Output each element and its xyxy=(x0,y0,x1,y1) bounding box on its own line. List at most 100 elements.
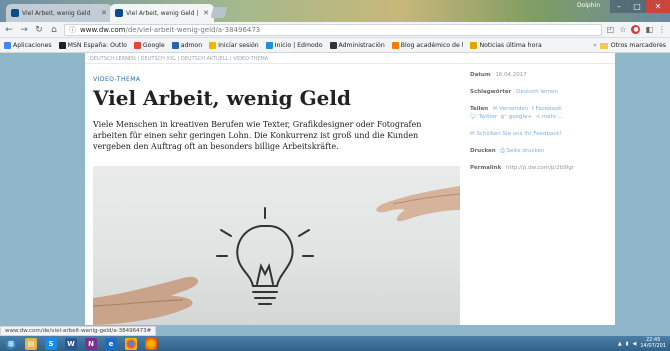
print-row: Drucken ⎙ Seite drucken xyxy=(470,147,610,155)
folder-icon xyxy=(599,42,608,49)
address-bar[interactable]: ⓘ www.dw.com/de/viel-arbeit-wenig-geld/a… xyxy=(64,23,602,36)
extension-icon[interactable]: ◧ xyxy=(645,25,653,34)
mail-icon xyxy=(329,41,337,49)
article-image[interactable] xyxy=(93,166,460,325)
skype-icon[interactable]: S xyxy=(45,337,57,350)
onenote-icon[interactable]: N xyxy=(85,337,97,350)
facebook-icon: f xyxy=(531,106,534,112)
maximize-button[interactable]: □ xyxy=(628,0,646,13)
tab-2[interactable]: Viel Arbeit, wenig Geld | ✕ xyxy=(110,4,214,22)
twitter-icon: 🐦︎ xyxy=(470,114,477,120)
menu-icon[interactable]: ⋮ xyxy=(658,25,666,34)
share-more-link[interactable]: < mehr ... xyxy=(536,114,564,120)
article-kicker: VIDEO-THEMA xyxy=(93,76,141,83)
news-icon xyxy=(470,41,478,49)
bookmark-msn[interactable]: MSN España: Outlo xyxy=(58,41,127,49)
word-icon[interactable]: W xyxy=(65,337,77,350)
bookmark-apps[interactable]: Aplicaciones xyxy=(4,41,52,49)
share-icon: < xyxy=(535,114,541,120)
tags-label: Schlagwörter xyxy=(470,89,512,95)
bookmark-label: Inicio | Edmodo xyxy=(274,41,323,49)
start-button[interactable]: ⊞ xyxy=(5,337,17,350)
msn-icon xyxy=(58,41,66,49)
file-explorer-icon[interactable]: ▤ xyxy=(25,337,37,350)
internet-explorer-icon[interactable]: e xyxy=(105,337,117,350)
forward-arrow-icon[interactable]: → xyxy=(19,25,29,35)
volume-icon[interactable]: ◀ xyxy=(633,341,637,347)
chrome-icon[interactable] xyxy=(125,337,137,350)
firefox-icon[interactable] xyxy=(145,337,157,350)
tray-arrow-icon[interactable]: ▲ xyxy=(618,341,622,347)
tags-row: Schlagwörter Deutsch lernen xyxy=(470,88,610,96)
bookmark-google[interactable]: Google xyxy=(133,41,165,49)
permalink-row: Permalink http://p.dw.com/p/2b9lgr xyxy=(470,164,610,172)
google-icon xyxy=(133,41,141,49)
bookmark-administracion[interactable]: Administración xyxy=(329,41,385,49)
print-link-label: Seite drucken xyxy=(506,148,545,154)
microsoft-icon xyxy=(209,41,217,49)
bookmark-label: Otros marcadores xyxy=(610,42,666,49)
translate-icon[interactable]: ◰ xyxy=(607,25,615,34)
windows-taskbar: ⊞ ▤ S W N e ▲ ▮ ◀ 22:45 14/07/201 xyxy=(0,336,670,351)
permalink-value[interactable]: http://p.dw.com/p/2b9lgr xyxy=(506,165,574,171)
home-icon[interactable]: ⌂ xyxy=(49,25,59,35)
print-label: Drucken xyxy=(470,148,496,154)
tab-title: Viel Arbeit, wenig Geld | xyxy=(126,9,199,17)
bookmark-other[interactable]: » Otros marcadores xyxy=(588,38,666,52)
share-facebook-link[interactable]: f Facebook xyxy=(532,106,562,112)
permalink-label: Permalink xyxy=(470,165,502,171)
printer-icon: ⎙ xyxy=(500,148,505,154)
feedback-link[interactable]: ✉ Schicken Sie uns Ihr Feedback! xyxy=(470,131,562,137)
share-google-label: google+ xyxy=(508,114,533,120)
new-tab-button[interactable] xyxy=(210,7,228,18)
bookmarks-bar: Aplicaciones MSN España: Outlo Google ad… xyxy=(0,38,670,53)
info-icon[interactable]: ⓘ xyxy=(69,25,76,35)
reload-icon[interactable]: ↻ xyxy=(34,25,44,35)
breadcrumb[interactable]: DEUTSCH LERNEN | DEUTSCH XXL | DEUTSCH A… xyxy=(85,53,615,64)
bookmark-label: Google xyxy=(142,41,165,49)
navigation-bar: ← → ↻ ⌂ ⓘ www.dw.com/de/viel-arbeit-weni… xyxy=(0,22,670,38)
web-page: DEUTSCH LERNEN | DEUTSCH XXL | DEUTSCH A… xyxy=(0,53,670,325)
bookmark-label: admon xyxy=(180,41,203,49)
share-email-label: Versenden xyxy=(499,106,529,112)
minimize-button[interactable]: – xyxy=(610,0,628,13)
article-sheet: DEUTSCH LERNEN | DEUTSCH XXL | DEUTSCH A… xyxy=(85,53,615,325)
close-tab-icon[interactable]: ✕ xyxy=(101,9,107,17)
article-sidebar: Datum 16.04.2017 Schlagwörter Deutsch le… xyxy=(470,71,610,181)
share-email-link[interactable]: ✉ Versenden xyxy=(493,106,528,112)
status-bar-url: www.dw.com/de/viel-arbeit-wenig-geld/a-3… xyxy=(0,326,157,336)
share-twitter-link[interactable]: 🐦︎ Twitter xyxy=(470,114,497,120)
article-teaser: Viele Menschen in kreativen Berufen wie … xyxy=(93,120,422,151)
bookmark-admon[interactable]: admon xyxy=(171,41,203,49)
url-path: /de/viel-arbeit-wenig-geld/a-38496473 xyxy=(125,25,261,34)
adblock-icon[interactable]: ● xyxy=(631,25,641,34)
star-bookmark-icon[interactable]: ☆ xyxy=(619,25,626,34)
feedback-label: Schicken Sie uns Ihr Feedback! xyxy=(476,131,562,137)
tab-1[interactable]: Viel Arbeit, wenig Geld ✕ xyxy=(6,4,112,22)
bookmark-label: Aplicaciones xyxy=(13,41,52,49)
blogger-icon xyxy=(391,41,399,49)
share-facebook-label: Facebook xyxy=(535,106,562,112)
date-label: Datum xyxy=(470,72,491,78)
close-tab-icon[interactable]: ✕ xyxy=(203,9,209,17)
window-close-button[interactable]: ✕ xyxy=(646,0,670,13)
system-tray: ▲ ▮ ◀ 22:45 14/07/201 xyxy=(618,336,666,351)
network-icon[interactable]: ▮ xyxy=(626,341,629,347)
bookmark-blog[interactable]: Blog académico de l xyxy=(391,41,463,49)
apps-icon xyxy=(4,41,11,49)
bookmark-iniciar-sesion[interactable]: Iniciar sesión xyxy=(209,41,259,49)
bookmark-label: Administración xyxy=(338,41,385,49)
bookmark-edmodo[interactable]: Inicio | Edmodo xyxy=(265,41,323,49)
url-host: www.dw.com xyxy=(80,25,126,34)
feedback-row: ✉ Schicken Sie uns Ihr Feedback! xyxy=(470,130,610,138)
clock[interactable]: 22:45 14/07/201 xyxy=(640,337,666,349)
print-link[interactable]: ⎙ Seite drucken xyxy=(500,148,544,154)
bookmark-label: Iniciar sesión xyxy=(218,41,259,49)
share-more-label: mehr ... xyxy=(541,114,564,120)
back-arrow-icon[interactable]: ← xyxy=(4,25,14,35)
google-plus-icon: g⁺ xyxy=(500,114,508,120)
tag-link[interactable]: Deutsch lernen xyxy=(516,89,558,95)
chevron-right-icon: » xyxy=(592,42,597,49)
bookmark-noticias[interactable]: Noticias última hora xyxy=(470,41,542,49)
share-google-link[interactable]: g⁺ google+ xyxy=(501,114,532,120)
